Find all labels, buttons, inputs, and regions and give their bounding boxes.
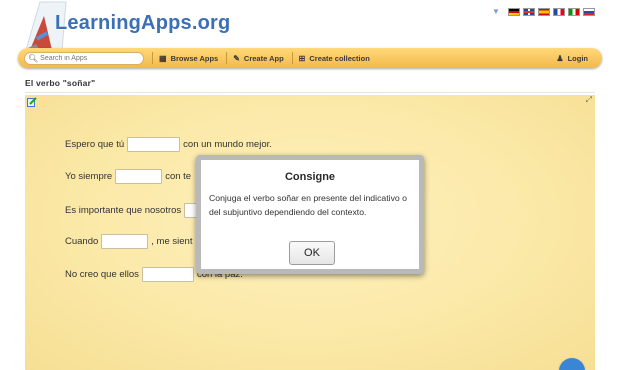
create-app-link[interactable]: ✎ Create App [233,54,283,63]
create-app-label: Create App [243,53,284,63]
title-divider [25,92,595,93]
sentence-5-before: No creo que ellos [65,269,139,280]
sentence-2: Yo siempre con te [65,169,191,184]
nav-divider [291,52,293,64]
flag-es-icon[interactable] [537,7,550,16]
edit-icon[interactable] [27,97,37,107]
help-icon[interactable] [559,358,585,370]
browse-apps-label: Browse Apps [170,53,219,63]
answer-input-5[interactable] [142,268,193,281]
answer-input-1[interactable] [128,138,180,151]
sentence-2-after: con te [165,171,192,182]
answer-input-4[interactable] [102,235,148,248]
ok-button[interactable]: OK [289,241,335,265]
main-navbar: 🔍︎ ▦ Browse Apps ✎ Create App ⊞ Create c… [18,48,602,68]
sentence-3-before: Es importante que nosotros [65,205,182,216]
instructions-modal: Consigne Conjuga el verbo soñar en prese… [196,155,424,274]
answer-blank-1[interactable] [127,137,181,152]
sentence-2-before: Yo siempre [65,171,113,182]
pencil-icon: ✎ [233,53,240,63]
sentence-4-after: , me sient [151,236,193,247]
logo-text: LearningApps.org [55,12,231,34]
browse-apps-link[interactable]: ▦ Browse Apps [159,54,218,63]
search-icon[interactable]: 🔍︎ [28,54,38,63]
flag-de-icon[interactable] [507,7,520,16]
search-input[interactable] [40,53,141,63]
page-title: El verbo "soñar" [25,78,96,88]
grid-icon: ▦ [159,53,167,63]
sentence-1-after: con un mundo mejor. [183,139,272,150]
answer-blank-5[interactable] [141,267,194,282]
sentence-1-before: Espero que tú [65,139,125,150]
modal-title: Consigne [284,171,336,183]
answer-blank-2[interactable] [115,169,163,184]
flag-fr-icon[interactable] [552,7,565,16]
language-selector[interactable]: ▼ [492,7,595,16]
fullscreen-icon[interactable]: ⤢ [586,96,592,104]
logo[interactable]: LearningApps.org [22,0,234,52]
login-label: Login [567,53,588,63]
user-icon: ♟ [556,53,564,63]
sentence-1: Espero que tú con un mundo mejor. [65,137,272,152]
create-collection-label: Create collection [309,53,370,63]
create-collection-link[interactable]: ⊞ Create collection [299,54,370,63]
flag-it-icon[interactable] [567,7,580,16]
sentence-4-before: Cuando [65,236,99,247]
flag-ru-icon[interactable] [582,7,595,16]
search-box[interactable]: 🔍︎ [24,51,144,65]
sentence-4: Cuando , me sient [65,234,192,249]
nav-divider [226,52,228,64]
flag-en-icon[interactable] [522,7,535,16]
collection-icon: ⊞ [298,53,306,63]
modal-text: Conjuga el verbo soñar en presente del i… [209,193,408,217]
nav-divider [152,52,153,64]
login-link[interactable]: ♟ Login [556,54,588,63]
answer-blank-4[interactable] [101,234,149,249]
caret-down-icon[interactable]: ▼ [492,7,500,16]
answer-input-2[interactable] [116,170,162,183]
